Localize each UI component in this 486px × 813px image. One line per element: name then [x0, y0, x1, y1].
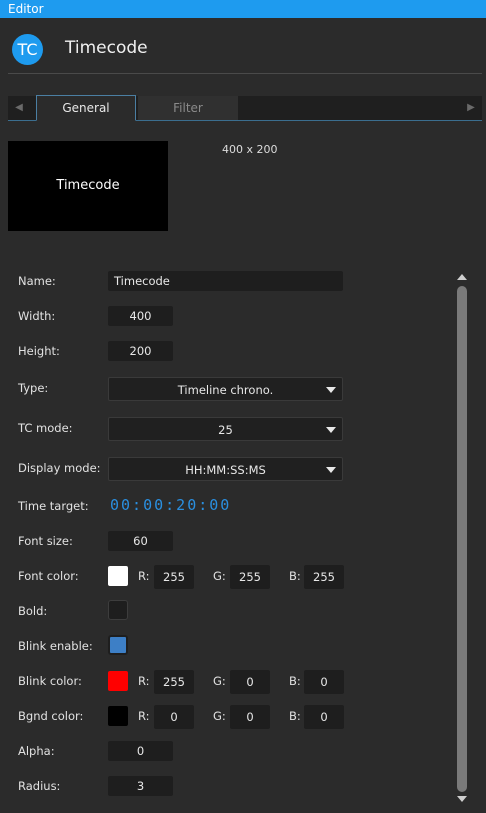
- time-target-row: Time target: 00:00:20:00: [0, 495, 450, 519]
- name-label: Name:: [18, 274, 56, 288]
- tc-mode-row: TC mode: 25: [0, 417, 450, 441]
- tab-filter[interactable]: Filter: [138, 96, 238, 120]
- chevron-down-icon: [326, 387, 336, 393]
- chevron-down-icon: [326, 467, 336, 473]
- alpha-label: Alpha:: [18, 744, 55, 758]
- radius-input[interactable]: 3: [108, 776, 173, 796]
- scroll-down-icon[interactable]: [457, 796, 467, 802]
- name-row: Name: Timecode: [0, 270, 450, 294]
- font-color-r-input[interactable]: 255: [154, 565, 194, 589]
- header-divider: [8, 73, 482, 74]
- bgnd-color-row: Bgnd color: R: 0 G: 0 B: 0: [0, 705, 450, 729]
- bgnd-color-b-label: B:: [289, 709, 301, 723]
- scroll-up-icon[interactable]: [457, 274, 467, 280]
- type-select-value: Timeline chrono.: [177, 383, 274, 397]
- tab-bar: ◀ General Filter ▶: [8, 95, 482, 121]
- font-color-row: Font color: R: 255 G: 255 B: 255: [0, 565, 450, 589]
- width-label: Width:: [18, 309, 56, 323]
- display-mode-label: Display mode:: [18, 461, 101, 475]
- font-color-b-label: B:: [289, 569, 301, 583]
- radius-label: Radius:: [18, 779, 61, 793]
- height-label: Height:: [18, 344, 60, 358]
- name-input[interactable]: Timecode: [108, 271, 343, 291]
- display-mode-select[interactable]: HH:MM:SS:MS: [108, 457, 343, 481]
- blink-color-g-label: G:: [213, 674, 226, 688]
- type-row: Type: Timeline chrono.: [0, 377, 450, 401]
- window-titlebar: Editor: [0, 0, 486, 18]
- height-row: Height: 200: [0, 340, 450, 364]
- alpha-input[interactable]: 0: [108, 741, 173, 761]
- display-mode-row: Display mode: HH:MM:SS:MS: [0, 457, 450, 481]
- font-size-row: Font size: 60: [0, 530, 450, 554]
- blink-color-b-label: B:: [289, 674, 301, 688]
- display-mode-select-value: HH:MM:SS:MS: [185, 463, 266, 477]
- bgnd-color-swatch[interactable]: [108, 706, 128, 726]
- blink-enable-row: Blink enable:: [0, 635, 450, 659]
- tab-scroll-right-icon[interactable]: ▶: [464, 96, 478, 120]
- width-input[interactable]: 400: [108, 306, 173, 326]
- tc-mode-label: TC mode:: [18, 421, 73, 435]
- font-size-label: Font size:: [18, 534, 73, 548]
- timecode-preview: Timecode: [8, 141, 168, 231]
- bgnd-color-g-label: G:: [213, 709, 226, 723]
- height-input[interactable]: 200: [108, 341, 173, 361]
- tc-mode-select[interactable]: 25: [108, 417, 343, 441]
- font-color-swatch[interactable]: [108, 566, 128, 586]
- alpha-row: Alpha: 0: [0, 740, 450, 764]
- blink-enable-label: Blink enable:: [18, 639, 93, 653]
- form-scrollbar[interactable]: [455, 272, 470, 804]
- blink-color-swatch[interactable]: [108, 671, 128, 691]
- font-size-input[interactable]: 60: [108, 531, 173, 551]
- bgnd-color-label: Bgnd color:: [18, 709, 84, 723]
- time-target-display[interactable]: 00:00:20:00: [110, 496, 231, 514]
- tab-general[interactable]: General: [36, 95, 136, 121]
- blink-color-r-label: R:: [138, 674, 150, 688]
- preview-size-label: 400 x 200: [222, 143, 278, 156]
- timecode-badge-icon: TC: [12, 34, 43, 65]
- font-color-label: Font color:: [18, 569, 79, 583]
- bgnd-color-r-label: R:: [138, 709, 150, 723]
- editor-header: TC Timecode: [0, 18, 486, 74]
- scrollbar-thumb[interactable]: [457, 286, 467, 792]
- tab-scroll-left-icon[interactable]: ◀: [12, 96, 26, 120]
- font-color-g-input[interactable]: 255: [230, 565, 270, 589]
- time-target-label: Time target:: [18, 499, 89, 513]
- type-select[interactable]: Timeline chrono.: [108, 377, 343, 401]
- width-row: Width: 400: [0, 305, 450, 329]
- chevron-down-icon: [326, 427, 336, 433]
- blink-color-r-input[interactable]: 255: [154, 670, 194, 694]
- font-color-b-input[interactable]: 255: [304, 565, 344, 589]
- bold-label: Bold:: [18, 604, 48, 618]
- bgnd-color-b-input[interactable]: 0: [304, 705, 344, 729]
- blink-color-label: Blink color:: [18, 674, 82, 688]
- page-title: Timecode: [65, 38, 148, 58]
- bold-row: Bold:: [0, 600, 450, 624]
- radius-row: Radius: 3: [0, 775, 450, 799]
- blink-color-b-input[interactable]: 0: [304, 670, 344, 694]
- blink-enable-checkbox[interactable]: [108, 635, 128, 655]
- window-title: Editor: [8, 2, 44, 16]
- tc-mode-select-value: 25: [218, 423, 233, 437]
- bold-checkbox[interactable]: [108, 600, 128, 620]
- blink-color-g-input[interactable]: 0: [230, 670, 270, 694]
- font-color-r-label: R:: [138, 569, 150, 583]
- bgnd-color-r-input[interactable]: 0: [154, 705, 194, 729]
- font-color-g-label: G:: [213, 569, 226, 583]
- blink-color-row: Blink color: R: 255 G: 0 B: 0: [0, 670, 450, 694]
- bgnd-color-g-input[interactable]: 0: [230, 705, 270, 729]
- type-label: Type:: [18, 381, 49, 395]
